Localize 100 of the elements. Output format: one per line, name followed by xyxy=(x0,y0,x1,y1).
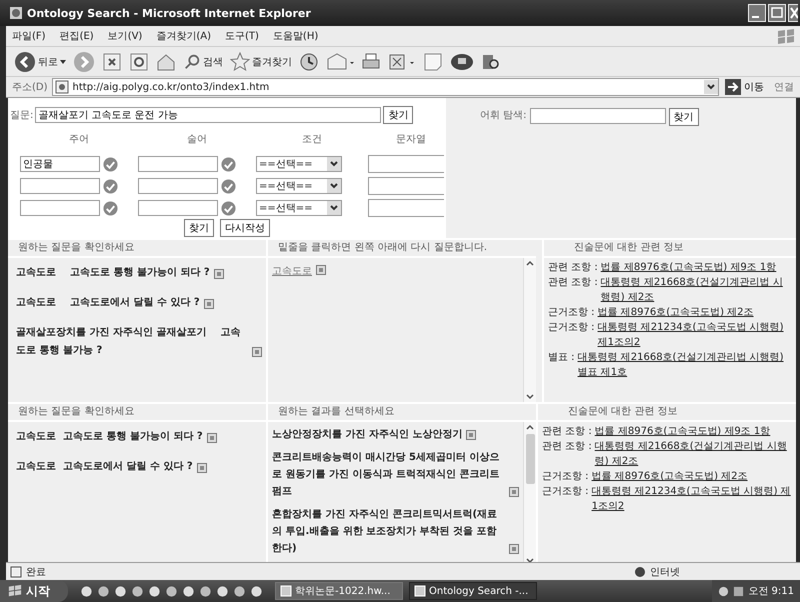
question-field[interactable]: 골재살포기 고속도로 운전 가능 xyxy=(35,107,382,123)
quick-launch-icon[interactable] xyxy=(114,584,127,598)
edit-icon[interactable] xyxy=(388,52,416,72)
favorites-button[interactable]: 즐겨찾기 xyxy=(230,52,292,72)
menu-item[interactable]: 도구(T) xyxy=(225,29,259,43)
predicate-field[interactable] xyxy=(138,200,218,216)
quick-launch-icon[interactable] xyxy=(97,584,110,598)
law-link[interactable]: 법률 제8976호(고속국도법) 제9조 1항 xyxy=(594,424,770,439)
check-icon[interactable] xyxy=(103,156,118,172)
find-button[interactable]: 찾기 xyxy=(668,108,699,126)
law-link[interactable]: 대통령령 제21234호(고속국도법 시행령) 제1조의2 xyxy=(592,484,792,514)
condition-dropdown[interactable]: ==선택== xyxy=(256,200,342,216)
menu-item[interactable]: 보기(V) xyxy=(108,29,142,43)
minimize-icon[interactable] xyxy=(748,4,766,22)
taskbar-button[interactable]: Ontology Search -... xyxy=(409,582,537,600)
stop-icon[interactable] xyxy=(102,52,122,72)
page-icon[interactable] xyxy=(423,52,443,72)
scrollbar[interactable] xyxy=(523,258,536,402)
info-label: 관련 조항 : xyxy=(542,425,592,439)
menu-item[interactable]: 편집(E) xyxy=(60,29,94,43)
question-text[interactable]: 골재살포장치를 가진 자주식인 골재살포기 고속도로 통행 불가능 ? xyxy=(16,324,248,360)
check-icon[interactable] xyxy=(221,200,236,216)
quick-launch-icon[interactable] xyxy=(165,584,178,598)
quick-launch-icon[interactable] xyxy=(148,584,161,598)
find-button[interactable]: 찾기 xyxy=(383,106,414,124)
play-icon[interactable] xyxy=(316,264,326,275)
subject-field[interactable] xyxy=(20,200,100,216)
question-text[interactable]: 고속도로 고속도로 통행 불가능이 되다 ? xyxy=(16,428,203,446)
quick-launch-icon[interactable] xyxy=(233,584,246,598)
string-field[interactable] xyxy=(368,155,446,173)
search-button[interactable]: 검색 xyxy=(183,52,223,70)
maximize-icon[interactable] xyxy=(768,4,786,22)
law-link[interactable]: 대통령령 제21668호(건설기계관리법 시행령) 제2조 xyxy=(594,439,792,469)
tray-icon[interactable] xyxy=(718,586,730,596)
result-text[interactable]: 노상안정장치를 가진 자주식인 노상안정기 xyxy=(272,426,462,443)
term-link[interactable]: 고속도로 xyxy=(272,266,312,277)
law-link[interactable]: 대통령령 제21668호(건설기계관리법 시행령) 제2조 xyxy=(600,275,792,305)
check-icon[interactable] xyxy=(221,156,236,172)
check-icon[interactable] xyxy=(103,200,118,216)
address-field[interactable]: http://aig.polyg.co.kr/onto3/index1.htm xyxy=(52,78,719,96)
question-text[interactable]: 고속도로 고속도로에서 달릴 수 있다 ? xyxy=(16,458,193,476)
scrollbar[interactable] xyxy=(523,422,536,562)
law-link[interactable]: 법률 제8976호(고속국도법) 제2조 xyxy=(598,305,754,320)
refresh-icon[interactable] xyxy=(129,52,149,72)
play-icon[interactable] xyxy=(206,433,217,443)
law-link[interactable]: 법률 제8976호(고속국도법) 제9조 1항 xyxy=(600,260,776,275)
law-link[interactable]: 대통령령 제21234호(고속국도법 시행령) 제1조의2 xyxy=(598,320,792,350)
close-icon[interactable] xyxy=(788,4,798,22)
links-label[interactable]: 연결 xyxy=(774,80,800,94)
quick-launch-icon[interactable] xyxy=(80,584,93,598)
law-link[interactable]: 법률 제8976호(고속국도법) 제2조 xyxy=(592,469,748,484)
string-field[interactable] xyxy=(368,177,446,195)
back-button[interactable]: 뒤로 xyxy=(14,50,66,72)
go-button[interactable]: 이동 xyxy=(723,79,770,95)
predicate-field[interactable] xyxy=(138,178,218,194)
scroll-down-icon[interactable] xyxy=(525,392,535,402)
tray-icon[interactable] xyxy=(733,586,744,596)
check-icon[interactable] xyxy=(221,178,236,194)
quick-launch-icon[interactable] xyxy=(199,584,212,598)
question-text[interactable]: 고속도로 고속도로 통행 불가능이 되다 ? xyxy=(16,264,210,282)
condition-dropdown[interactable]: ==선택== xyxy=(256,156,342,172)
quick-launch-icon[interactable] xyxy=(131,584,144,598)
string-field[interactable] xyxy=(368,199,446,217)
menu-item[interactable]: 파일(F) xyxy=(12,29,46,43)
check-icon[interactable] xyxy=(103,178,118,194)
menu-item[interactable]: 즐겨찾기(A) xyxy=(156,29,211,43)
play-icon[interactable] xyxy=(509,487,519,497)
scroll-thumb[interactable] xyxy=(526,434,534,484)
result-text[interactable]: 콘크리트배송능력이 매시간당 5세제곱미터 이상으로 원동기를 가진 이동식과 트럭적재식인 콘크리트펌프 xyxy=(272,449,505,500)
menu-item[interactable]: 도움말(H) xyxy=(272,29,318,43)
start-button[interactable]: 시작 xyxy=(0,580,68,602)
printer-icon[interactable] xyxy=(361,52,381,72)
forward-icon[interactable] xyxy=(73,50,95,72)
quick-launch-icon[interactable] xyxy=(182,584,195,598)
predicate-field[interactable] xyxy=(138,156,218,172)
quick-launch-icon[interactable] xyxy=(216,584,229,598)
play-icon[interactable] xyxy=(252,347,262,357)
info-label: 근거조항 : xyxy=(542,470,589,484)
play-icon[interactable] xyxy=(509,544,519,554)
question-text[interactable]: 고속도로 고속도로에서 달릴 수 있다 ? xyxy=(16,294,200,312)
panel-header: 원하는 질문을 확인하세요 xyxy=(8,240,266,258)
taskbar-button[interactable]: 학위논문-1022.hw... xyxy=(275,582,403,600)
scroll-up-icon[interactable] xyxy=(525,422,535,432)
play-icon[interactable] xyxy=(466,430,476,440)
play-icon[interactable] xyxy=(214,269,224,279)
lexicon-field[interactable] xyxy=(530,108,666,124)
scroll-up-icon[interactable] xyxy=(525,258,535,268)
play-icon[interactable] xyxy=(196,463,207,473)
home-icon[interactable] xyxy=(156,52,176,72)
condition-dropdown[interactable]: ==선택== xyxy=(256,178,342,194)
rewrite-button[interactable]: 다시작성 xyxy=(220,219,270,237)
history-icon[interactable] xyxy=(299,52,319,72)
quick-launch-icon[interactable] xyxy=(250,584,263,598)
result-text[interactable]: 혼합장치를 가진 자주식인 콘크리트믹서트럭(재료의 투입.배출을 위한 보조장치가 부착된 것을 포함한다) xyxy=(272,506,505,557)
law-link[interactable]: 대통령령 제21668호(건설기계관리법 시행령) 별표 제1호 xyxy=(578,350,792,380)
find-button[interactable]: 찾기 xyxy=(184,219,214,237)
column-header: 주어 xyxy=(68,133,90,147)
subject-field[interactable] xyxy=(20,178,100,194)
subject-field[interactable]: 인공물 xyxy=(20,156,100,172)
play-icon[interactable] xyxy=(204,299,214,309)
